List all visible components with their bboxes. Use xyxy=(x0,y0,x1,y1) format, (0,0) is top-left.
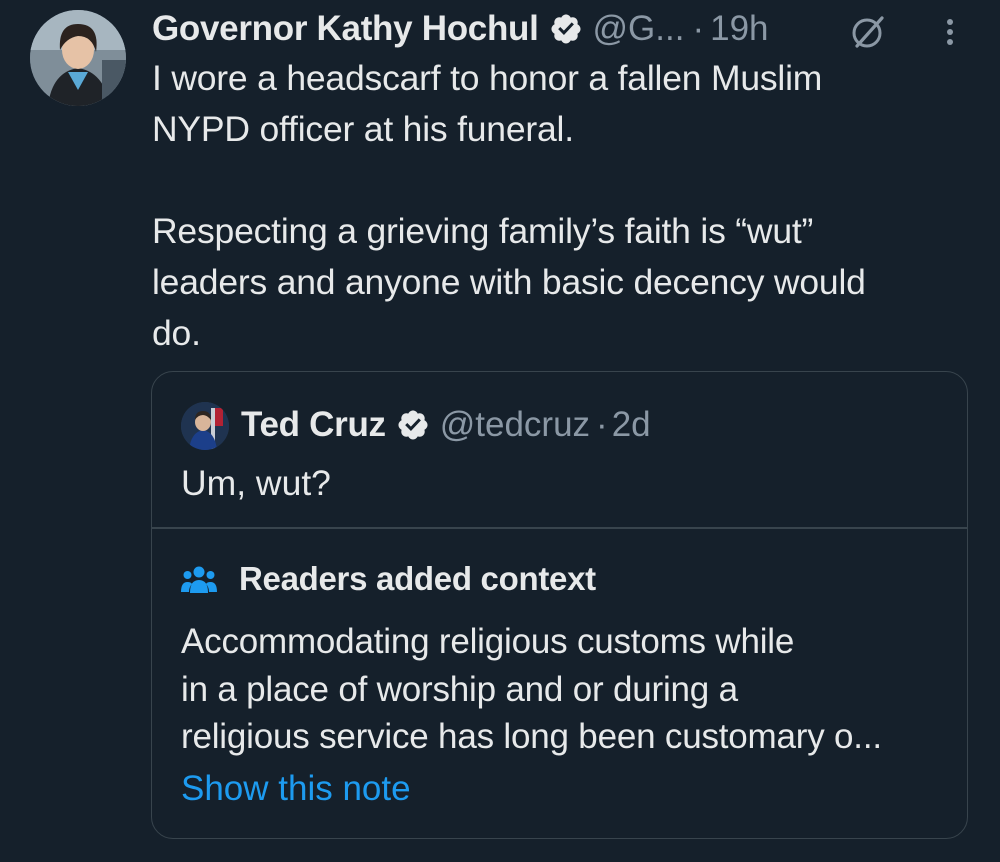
author-handle[interactable]: @G... xyxy=(593,9,685,49)
divider xyxy=(152,527,967,529)
quoted-tweet-header: Ted Cruz @tedcruz · 2d xyxy=(241,400,651,450)
author-name[interactable]: Governor Kathy Hochul xyxy=(152,9,539,49)
quoted-author-name[interactable]: Ted Cruz xyxy=(241,405,386,445)
quoted-author-handle[interactable]: @tedcruz xyxy=(440,405,590,445)
tweet-header: Governor Kathy Hochul @G... · 19h xyxy=(152,2,769,56)
tweet[interactable]: Governor Kathy Hochul @G... · 19h I wore… xyxy=(0,0,1000,862)
quoted-tweet-text: Um, wut? xyxy=(181,463,331,503)
community-note-header: Readers added context xyxy=(181,557,596,601)
tweet-timestamp[interactable]: 19h xyxy=(710,9,768,49)
quoted-tweet[interactable]: Ted Cruz @tedcruz · 2d Um, wut? Readers … xyxy=(151,371,968,839)
show-note-link[interactable]: Show this note xyxy=(181,766,411,812)
community-notes-icon xyxy=(181,566,217,593)
separator-dot: · xyxy=(596,405,608,444)
community-note-title: Readers added context xyxy=(239,560,596,597)
author-avatar[interactable] xyxy=(30,10,126,106)
tweet-text: I wore a headscarf to honor a fallen Mus… xyxy=(152,58,866,353)
more-options-icon[interactable] xyxy=(938,12,962,52)
verified-badge-icon xyxy=(398,410,428,440)
quoted-tweet-timestamp[interactable]: 2d xyxy=(612,405,651,445)
community-note-text: Accommodating religious customs while in… xyxy=(181,622,882,756)
quoted-author-avatar[interactable] xyxy=(181,402,229,450)
separator-dot: · xyxy=(692,9,705,48)
grok-icon[interactable] xyxy=(848,12,888,52)
verified-badge-icon xyxy=(551,14,581,44)
